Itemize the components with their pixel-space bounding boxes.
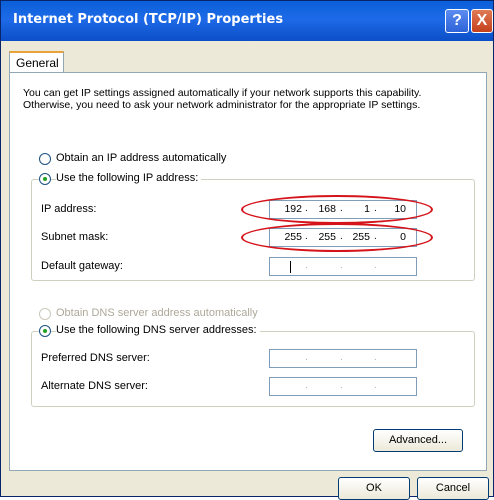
text-cursor <box>290 261 291 273</box>
window-title: Internet Protocol (TCP/IP) Properties <box>13 12 284 27</box>
alternate-dns-label: Alternate DNS server: <box>41 380 148 392</box>
radio-obtain-ip-auto-label[interactable]: Obtain an IP address automatically <box>56 152 226 164</box>
default-gateway-label: Default gateway: <box>41 260 123 272</box>
radio-use-following-ip-label[interactable]: Use the following IP address: <box>56 172 202 184</box>
tab-general[interactable]: General <box>9 51 64 73</box>
radio-use-following-dns-label[interactable]: Use the following DNS server addresses: <box>56 324 260 336</box>
preferred-dns-input[interactable]: . . . <box>269 349 417 368</box>
radio-use-following-dns[interactable] <box>39 325 51 337</box>
alternate-dns-input[interactable]: . . . <box>269 377 417 396</box>
close-button[interactable]: X <box>471 9 493 33</box>
annotation-ring-ip <box>241 195 433 224</box>
default-gateway-input[interactable]: . . . <box>269 257 417 276</box>
radio-obtain-dns-auto[interactable] <box>39 308 51 320</box>
annotation-ring-subnet <box>241 223 433 252</box>
ip-address-label: IP address: <box>41 203 97 215</box>
preferred-dns-label: Preferred DNS server: <box>41 352 150 364</box>
radio-use-following-ip[interactable] <box>39 173 51 185</box>
description-text: You can get IP settings assigned automat… <box>23 87 422 111</box>
advanced-button[interactable]: Advanced... <box>373 429 463 452</box>
tcpip-properties-dialog: Internet Protocol (TCP/IP) Properties ? … <box>0 0 494 500</box>
radio-obtain-dns-auto-label[interactable]: Obtain DNS server address automatically <box>56 307 258 319</box>
help-button[interactable]: ? <box>445 9 469 33</box>
title-bar[interactable]: Internet Protocol (TCP/IP) Properties ? … <box>1 1 493 41</box>
radio-obtain-ip-auto[interactable] <box>39 153 51 165</box>
subnet-mask-label: Subnet mask: <box>41 231 109 243</box>
